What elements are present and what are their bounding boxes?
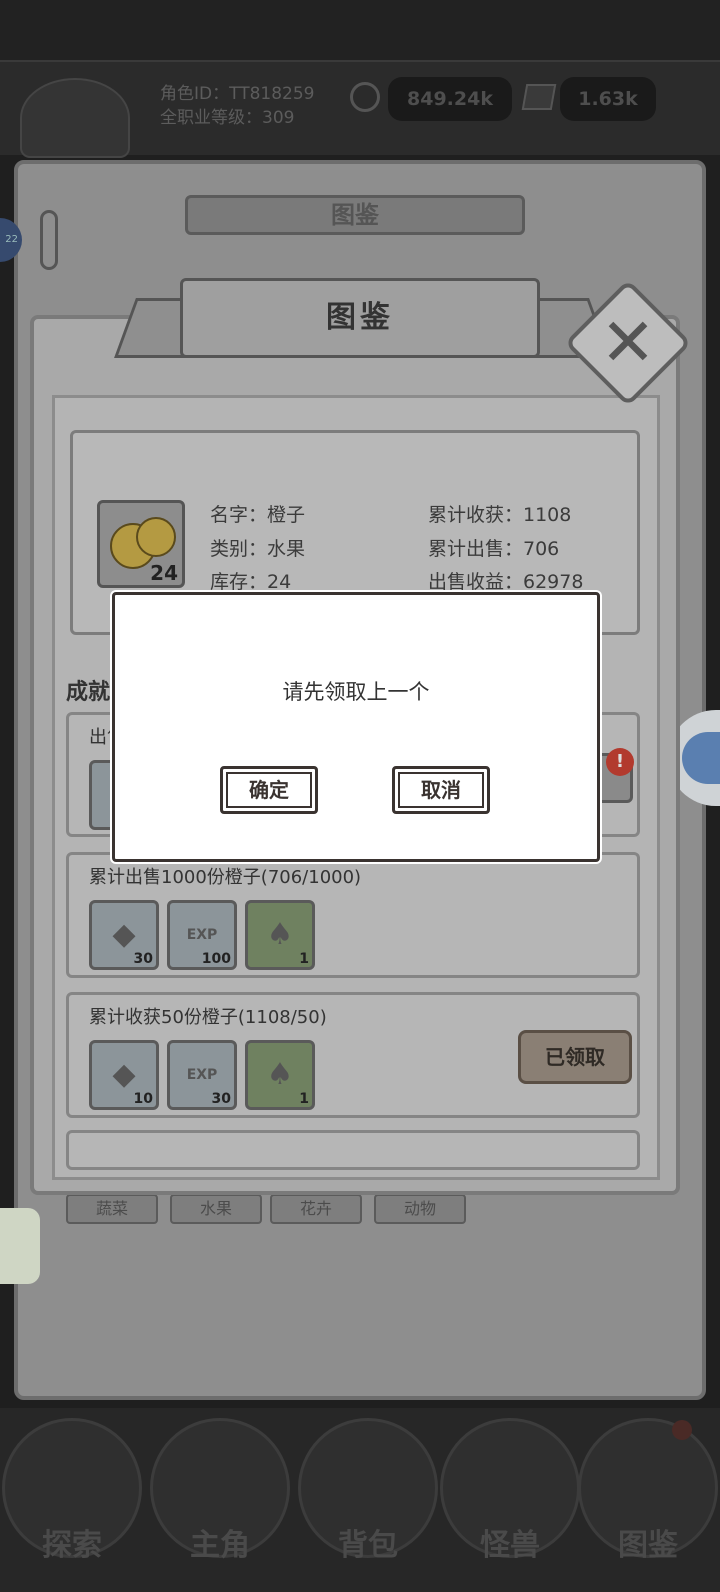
- item-slot: 24: [97, 500, 185, 588]
- dialog-message: 请先领取上一个: [282, 680, 430, 704]
- reward-count: 30: [211, 1091, 231, 1107]
- claimed-button[interactable]: 已领取: [518, 1030, 632, 1084]
- achievements-title: 成就: [66, 680, 111, 705]
- item-stock: 库存：24: [210, 571, 292, 593]
- cancel-button[interactable]: 取消: [392, 766, 490, 814]
- tab-vegetables[interactable]: 蔬菜: [66, 1194, 158, 1224]
- total-sold: 累计出售：706: [428, 538, 560, 560]
- codex-title: 图鉴: [180, 278, 540, 358]
- reward-slot: ♠ 1: [245, 900, 315, 970]
- reward-count: 30: [133, 951, 153, 967]
- reward-count: 1: [299, 951, 309, 967]
- reward-slot: ◆ 10: [89, 1040, 159, 1110]
- achievement-row-partial: [66, 1130, 640, 1170]
- item-count: 24: [150, 561, 178, 585]
- reward-slot: EXP 30: [167, 1040, 237, 1110]
- gem-counter: 1.63k: [560, 77, 656, 121]
- sale-income: 出售收益：62978: [428, 571, 584, 593]
- herb-side-icon[interactable]: [0, 1208, 40, 1284]
- avatar[interactable]: [20, 78, 130, 158]
- coin-counter: 849.24k: [388, 77, 512, 121]
- reward-count: 1: [299, 1091, 309, 1107]
- job-level: 全职业等级：309: [160, 108, 295, 128]
- top-bar: [0, 0, 720, 60]
- reward-slot: ♠ 1: [245, 1040, 315, 1110]
- rope-decoration: [40, 210, 58, 270]
- nav-hero-label: 主角: [190, 1528, 250, 1563]
- confirm-dialog: [112, 592, 600, 862]
- close-icon[interactable]: ✕: [583, 298, 673, 388]
- achievement-row: 累计出售1000份橙子(706/1000) ◆ 30 EXP 100 ♠ 1: [66, 852, 640, 978]
- nav-explore-label: 探索: [42, 1528, 102, 1563]
- reward-slot: ◆ 30: [89, 900, 159, 970]
- tab-flowers[interactable]: 花卉: [270, 1194, 362, 1224]
- alert-badge: !: [606, 748, 634, 776]
- reward-slot: EXP 100: [167, 900, 237, 970]
- orange-icon-2: [136, 517, 176, 557]
- gem-icon: [521, 84, 557, 110]
- tab-fruits[interactable]: 水果: [170, 1194, 262, 1224]
- total-harvest: 累计收获：1108: [428, 504, 572, 526]
- nav-monster-label: 怪兽: [480, 1528, 540, 1563]
- item-type: 类别：水果: [210, 538, 306, 560]
- coin-icon: [350, 82, 380, 112]
- back-page-title: 图鉴: [185, 195, 525, 235]
- nav-alert-badge: [672, 1420, 692, 1440]
- role-info: 角色ID：TT818259 全职业等级：309: [160, 82, 314, 130]
- role-id: 角色ID：TT818259: [160, 84, 315, 104]
- item-name: 名字：橙子: [210, 504, 306, 526]
- nav-bag-label: 背包: [338, 1528, 398, 1563]
- reward-count: 100: [201, 951, 231, 967]
- achievement-label: 累计收获50份橙子(1108/50): [89, 1007, 327, 1028]
- tab-animals[interactable]: 动物: [374, 1194, 466, 1224]
- confirm-button[interactable]: 确定: [220, 766, 318, 814]
- achievement-label: 累计出售1000份橙子(706/1000): [89, 867, 362, 888]
- reward-count: 10: [133, 1091, 153, 1107]
- nav-codex-label: 图鉴: [618, 1528, 678, 1563]
